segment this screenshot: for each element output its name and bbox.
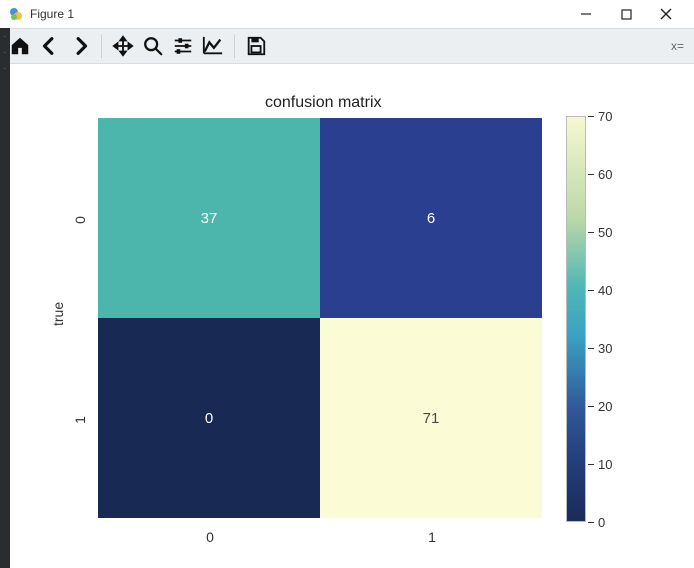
app-icon (8, 6, 24, 22)
x-tick-1: 1 (422, 529, 442, 545)
colorbar-tick: 30 (588, 341, 612, 355)
zoom-icon (142, 35, 164, 57)
colorbar-tick: 0 (588, 515, 605, 529)
arrow-left-icon (39, 35, 61, 57)
edit-axis-button[interactable] (199, 32, 227, 60)
cell-1-1: 71 (320, 318, 542, 518)
minimize-icon (580, 8, 592, 20)
colorbar-tick: 40 (588, 283, 612, 297)
toolbar-separator (101, 34, 102, 58)
toolbar: x= (0, 28, 694, 64)
cell-1-0: 0 (98, 318, 320, 518)
cursor-coords: x= (671, 39, 688, 53)
maximize-icon (621, 9, 632, 20)
home-button[interactable] (6, 32, 34, 60)
heatmap[interactable]: 37 6 0 71 (98, 118, 542, 518)
y-tick-1: 1 (72, 410, 88, 430)
colorbar-tick: 60 (588, 167, 612, 181)
back-button[interactable] (36, 32, 64, 60)
move-icon (112, 35, 134, 57)
colorbar-tick: 20 (588, 399, 612, 413)
minimize-button[interactable] (566, 0, 606, 28)
colorbar-tick: 70 (588, 109, 612, 123)
configure-subplots-button[interactable] (169, 32, 197, 60)
y-tick-0: 0 (72, 210, 88, 230)
close-icon (660, 8, 672, 20)
cell-0-0: 37 (98, 118, 320, 318)
window-title: Figure 1 (30, 7, 74, 21)
colorbar-tick: 10 (588, 457, 612, 471)
plot-area: confusion matrix true 0 1 37 6 0 71 0 1 … (10, 64, 694, 568)
axis-edit-icon (202, 35, 224, 57)
toolbar-separator (234, 34, 235, 58)
titlebar: Figure 1 (0, 0, 694, 28)
colorbar (566, 116, 586, 522)
sliders-icon (172, 35, 194, 57)
y-axis-label: true (50, 302, 66, 326)
zoom-button[interactable] (139, 32, 167, 60)
x-tick-0: 0 (200, 529, 220, 545)
home-icon (9, 35, 31, 57)
maximize-button[interactable] (606, 0, 646, 28)
close-button[interactable] (646, 0, 686, 28)
forward-button[interactable] (66, 32, 94, 60)
pan-button[interactable] (109, 32, 137, 60)
save-button[interactable] (242, 32, 270, 60)
save-icon (245, 35, 267, 57)
adjacent-window-strip: ··· (0, 28, 10, 568)
colorbar-tick: 50 (588, 225, 612, 239)
arrow-right-icon (69, 35, 91, 57)
chart-title: confusion matrix (265, 94, 382, 112)
cell-0-1: 6 (320, 118, 542, 318)
